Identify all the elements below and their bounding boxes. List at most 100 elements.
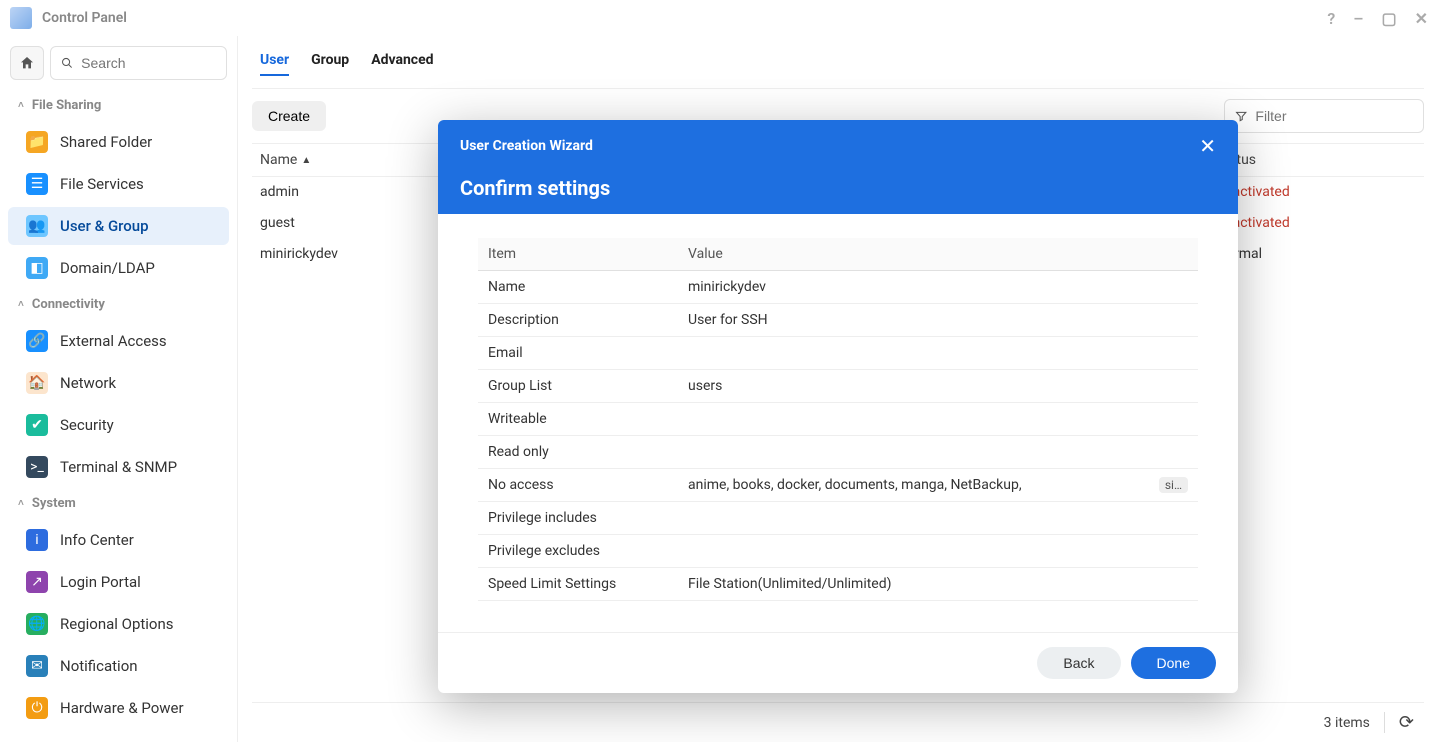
settings-row: Read only bbox=[478, 436, 1198, 469]
user-creation-wizard-modal: User Creation Wizard ✕ Confirm settings … bbox=[438, 120, 1238, 693]
sidebar-item-hardware-power[interactable]: ⏻ Hardware & Power bbox=[8, 689, 229, 727]
settings-value: users bbox=[678, 370, 1149, 403]
settings-value bbox=[678, 436, 1149, 469]
section-label: Connectivity bbox=[32, 297, 105, 312]
external-access-icon: 🔗 bbox=[26, 330, 48, 352]
tab-advanced[interactable]: Advanced bbox=[371, 52, 433, 76]
settings-value bbox=[678, 535, 1149, 568]
sidebar-item-label: Network bbox=[60, 374, 116, 392]
modal-heading: Confirm settings bbox=[460, 176, 1216, 200]
settings-item-header: Item bbox=[478, 238, 678, 271]
settings-item: Group List bbox=[478, 370, 678, 403]
settings-item: Privilege excludes bbox=[478, 535, 678, 568]
modal-close-button[interactable]: ✕ bbox=[1199, 134, 1216, 158]
settings-badge-cell bbox=[1149, 304, 1198, 337]
tab-group[interactable]: Group bbox=[311, 52, 349, 76]
section-system[interactable]: ˄ System bbox=[0, 488, 237, 519]
sidebar-item-label: User & Group bbox=[60, 217, 149, 235]
sidebar-item-label: Login Portal bbox=[60, 573, 141, 591]
search-field[interactable] bbox=[50, 46, 227, 80]
settings-row: Group Listusers bbox=[478, 370, 1198, 403]
settings-row: Email bbox=[478, 337, 1198, 370]
info-icon: i bbox=[26, 529, 48, 551]
create-button[interactable]: Create bbox=[252, 101, 326, 131]
back-button[interactable]: Back bbox=[1037, 647, 1120, 679]
settings-value bbox=[678, 502, 1149, 535]
cell-status: Deactivated bbox=[1216, 184, 1416, 200]
settings-item: Writeable bbox=[478, 403, 678, 436]
settings-value: User for SSH bbox=[678, 304, 1149, 337]
chevron-up-icon: ˄ bbox=[18, 100, 24, 111]
sidebar-item-label: External Access bbox=[60, 332, 167, 350]
settings-item: Email bbox=[478, 337, 678, 370]
settings-value: anime, books, docker, documents, manga, … bbox=[678, 469, 1149, 502]
network-icon: 🏠 bbox=[26, 372, 48, 394]
terminal-icon: >_ bbox=[26, 456, 48, 478]
sidebar-item-network[interactable]: 🏠 Network bbox=[8, 364, 229, 402]
app-icon bbox=[10, 7, 32, 29]
settings-badge-cell bbox=[1149, 535, 1198, 568]
section-file-sharing[interactable]: ˄ File Sharing bbox=[0, 90, 237, 121]
settings-badge-cell bbox=[1149, 502, 1198, 535]
shield-icon: ✔ bbox=[26, 414, 48, 436]
cell-status: Deactivated bbox=[1216, 215, 1416, 231]
settings-row: Speed Limit SettingsFile Station(Unlimit… bbox=[478, 568, 1198, 601]
overflow-badge[interactable]: si… bbox=[1159, 477, 1188, 493]
settings-row: DescriptionUser for SSH bbox=[478, 304, 1198, 337]
section-connectivity[interactable]: ˄ Connectivity bbox=[0, 289, 237, 320]
column-header-name[interactable]: Name bbox=[260, 152, 297, 168]
sidebar-item-login-portal[interactable]: ↗ Login Portal bbox=[8, 563, 229, 601]
chevron-up-icon: ˄ bbox=[18, 299, 24, 310]
done-button[interactable]: Done bbox=[1131, 647, 1216, 679]
search-icon bbox=[61, 56, 73, 70]
settings-row: No accessanime, books, docker, documents… bbox=[478, 469, 1198, 502]
tab-user[interactable]: User bbox=[260, 52, 289, 76]
sidebar-item-info-center[interactable]: i Info Center bbox=[8, 521, 229, 559]
settings-item: Speed Limit Settings bbox=[478, 568, 678, 601]
refresh-button[interactable]: ⟳ bbox=[1384, 712, 1414, 733]
settings-badge-cell bbox=[1149, 436, 1198, 469]
sidebar-item-security[interactable]: ✔ Security bbox=[8, 406, 229, 444]
sidebar-item-external-access[interactable]: 🔗 External Access bbox=[8, 322, 229, 360]
window-title: Control Panel bbox=[42, 10, 1327, 26]
close-window-icon[interactable]: ✕ bbox=[1415, 9, 1428, 28]
notification-icon: ✉ bbox=[26, 655, 48, 677]
sidebar-item-shared-folder[interactable]: 📁 Shared Folder bbox=[8, 123, 229, 161]
sidebar-item-domain-ldap[interactable]: ◧ Domain/LDAP bbox=[8, 249, 229, 287]
folder-icon: 📁 bbox=[26, 131, 48, 153]
settings-item: Description bbox=[478, 304, 678, 337]
settings-badge-cell bbox=[1149, 337, 1198, 370]
sidebar-item-notification[interactable]: ✉ Notification bbox=[8, 647, 229, 685]
settings-row: Writeable bbox=[478, 403, 1198, 436]
settings-badge-cell bbox=[1149, 403, 1198, 436]
settings-value: minirickydev bbox=[678, 271, 1149, 304]
home-button[interactable] bbox=[10, 46, 44, 80]
tabs: User Group Advanced bbox=[252, 46, 1424, 89]
sidebar-item-user-group[interactable]: 👥 User & Group bbox=[8, 207, 229, 245]
settings-row: Privilege includes bbox=[478, 502, 1198, 535]
settings-value: File Station(Unlimited/Unlimited) bbox=[678, 568, 1149, 601]
user-group-icon: 👥 bbox=[26, 215, 48, 237]
filter-input[interactable] bbox=[1255, 108, 1413, 124]
filter-field[interactable] bbox=[1224, 99, 1424, 133]
titlebar: Control Panel ? – ▢ ✕ bbox=[0, 0, 1438, 36]
settings-value bbox=[678, 337, 1149, 370]
sidebar-item-terminal-snmp[interactable]: >_ Terminal & SNMP bbox=[8, 448, 229, 486]
sidebar-item-label: Domain/LDAP bbox=[60, 259, 155, 277]
power-icon: ⏻ bbox=[26, 697, 48, 719]
settings-item: Privilege includes bbox=[478, 502, 678, 535]
confirm-settings-table: Item Value NameminirickydevDescriptionUs… bbox=[478, 238, 1198, 601]
sidebar: ˄ File Sharing 📁 Shared Folder ☰ File Se… bbox=[0, 36, 238, 742]
sidebar-item-file-services[interactable]: ☰ File Services bbox=[8, 165, 229, 203]
search-input[interactable] bbox=[81, 55, 216, 71]
section-label: File Sharing bbox=[32, 98, 101, 113]
minimize-icon[interactable]: – bbox=[1353, 9, 1363, 28]
login-portal-icon: ↗ bbox=[26, 571, 48, 593]
sidebar-item-label: Info Center bbox=[60, 531, 134, 549]
filter-icon bbox=[1235, 109, 1247, 123]
maximize-icon[interactable]: ▢ bbox=[1381, 9, 1396, 28]
sidebar-item-regional-options[interactable]: 🌐 Regional Options bbox=[8, 605, 229, 643]
chevron-up-icon: ˄ bbox=[18, 498, 24, 509]
domain-icon: ◧ bbox=[26, 257, 48, 279]
help-icon[interactable]: ? bbox=[1327, 9, 1335, 28]
